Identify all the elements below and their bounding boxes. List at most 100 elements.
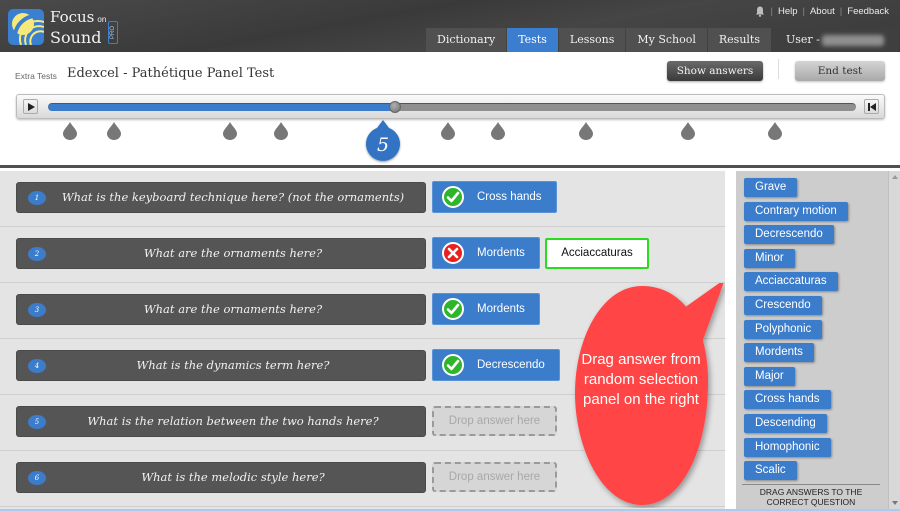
question-number-badge: 6 [28,471,46,485]
question-number-badge: 1 [28,191,46,205]
logo-wordmark: Focus on Sound [50,8,107,48]
question-marker-icon[interactable] [681,122,695,140]
scroll-down-icon[interactable] [892,501,898,505]
main-nav: Dictionary Tests Lessons My School Resul… [426,28,900,52]
focus-on-sound-logo-icon[interactable] [8,9,44,45]
answer-chip[interactable]: Scalic [744,461,797,481]
question-number-badge: 4 [28,359,46,373]
panel-scrollbar[interactable] [888,171,900,511]
top-bar: Focus on Sound PRO | Help | About | Feedb… [0,0,900,52]
question-marker-icon[interactable] [579,122,593,140]
question-box: 5 What is the relation between the two ha… [16,406,426,437]
separator: | [770,6,773,17]
callout-text: Drag answer from random selection panel … [581,351,701,408]
current-question-marker[interactable]: 5 [363,120,403,164]
answer-chip[interactable]: Polyphonic [744,319,823,339]
question-marker-icon[interactable] [107,122,121,140]
answer-label: Decrescendo [477,359,545,371]
divider [778,59,779,79]
panel-instruction: DRAG ANSWERS TO THE CORRECT QUESTION [742,484,880,507]
answer-label: Mordents [477,303,525,315]
tab-lessons[interactable]: Lessons [558,28,626,52]
rewind-to-start-icon[interactable] [864,99,879,114]
answer-label: Mordents [477,247,525,259]
answer-chip[interactable]: Contrary motion [744,201,848,221]
answer-chip[interactable]: Minor [744,248,795,268]
answer-label: Cross hands [477,191,542,203]
question-marker-icon[interactable] [491,122,505,140]
answer-drop-zone[interactable]: Drop answer here [432,462,557,492]
page-title: Edexcel - Pathétique Panel Test [67,66,275,81]
tab-results[interactable]: Results [707,28,771,52]
tab-tests[interactable]: Tests [507,28,558,52]
show-answers-button[interactable]: Show answers [667,61,763,81]
test-toolbar: Extra Tests Edexcel - Pathétique Panel T… [0,52,900,168]
pro-badge: PRO [108,21,118,44]
correct-answer-box: Acciaccaturas [545,238,649,269]
placed-answer[interactable]: Decrescendo [432,349,560,381]
utility-links: | Help | About | Feedback [755,6,889,17]
question-marker-icon[interactable] [768,122,782,140]
correct-check-icon [442,298,464,320]
answer-drop-zone[interactable]: Drop answer here [432,406,557,436]
question-box: 3 What are the ornaments here? [16,294,426,325]
bell-icon[interactable] [755,6,765,17]
correct-check-icon [442,186,464,208]
question-text: What is the relation between the two han… [87,414,379,428]
answer-chip[interactable]: Cross hands [744,390,831,410]
user-menu[interactable]: User - [772,28,899,52]
placed-answer[interactable]: Mordents [432,237,540,269]
answer-chip[interactable]: Grave [744,178,798,197]
question-marker-icon[interactable] [63,122,77,140]
progress-track[interactable] [48,103,856,111]
scroll-up-icon[interactable] [892,175,898,179]
answer-chip[interactable]: Homophonic [744,437,831,457]
answer-chip[interactable]: Mordents [744,343,814,363]
question-box: 6 What is the melodic style here? [16,462,426,493]
logo-line1: Focus [50,8,95,26]
answer-chip[interactable]: Decrescendo [744,225,834,245]
user-label: User - [786,33,820,46]
breadcrumb[interactable]: Extra Tests [15,71,57,81]
separator: | [839,6,843,17]
question-number-badge: 2 [28,247,46,261]
question-text: What are the ornaments here? [143,302,323,316]
logo-line2: Sound [50,28,102,47]
question-number-badge: 5 [28,415,46,429]
feedback-link[interactable]: Feedback [847,6,889,17]
logo-on: on [97,15,107,24]
answer-chip[interactable]: Acciaccaturas [744,272,838,292]
progress-handle[interactable] [389,101,402,113]
separator: | [802,6,805,17]
answer-selection-panel: DRAG ANSWERS TO THE CORRECT QUESTION Gra… [736,171,888,511]
user-name-redacted [821,34,884,46]
play-icon[interactable] [23,99,38,114]
placed-answer[interactable]: Cross hands [432,181,557,213]
question-marker-icon[interactable] [441,122,455,140]
question-box: 2 What are the ornaments here? [16,238,426,269]
incorrect-cross-icon [442,242,464,264]
placed-answer[interactable]: Mordents [432,293,540,325]
audio-player [16,94,885,119]
question-markers: 5 [0,120,900,170]
end-test-button[interactable]: End test [795,61,885,81]
tab-dictionary[interactable]: Dictionary [426,28,507,52]
question-text: What is the keyboard technique here? (no… [61,190,405,204]
correct-check-icon [442,354,464,376]
help-link[interactable]: Help [778,6,798,17]
current-marker-number: 5 [376,134,390,156]
about-link[interactable]: About [810,6,835,17]
question-text: What is the melodic style here? [141,470,325,484]
question-box: 4 What is the dynamics term here? [16,350,426,381]
question-marker-icon[interactable] [223,122,237,140]
answer-chip[interactable]: Major [744,366,795,386]
question-row: 2 What are the ornaments here? Mordents Acc… [0,227,725,283]
question-number-badge: 3 [28,303,46,317]
progress-fill [48,104,396,111]
answer-chip[interactable]: Crescendo [744,296,822,315]
question-row: 1 What is the keyboard technique here? (n… [0,171,725,227]
question-text: What is the dynamics term here? [136,358,330,372]
tab-my-school[interactable]: My School [626,28,707,52]
question-marker-icon[interactable] [274,122,288,140]
answer-chip[interactable]: Descending [744,414,827,433]
